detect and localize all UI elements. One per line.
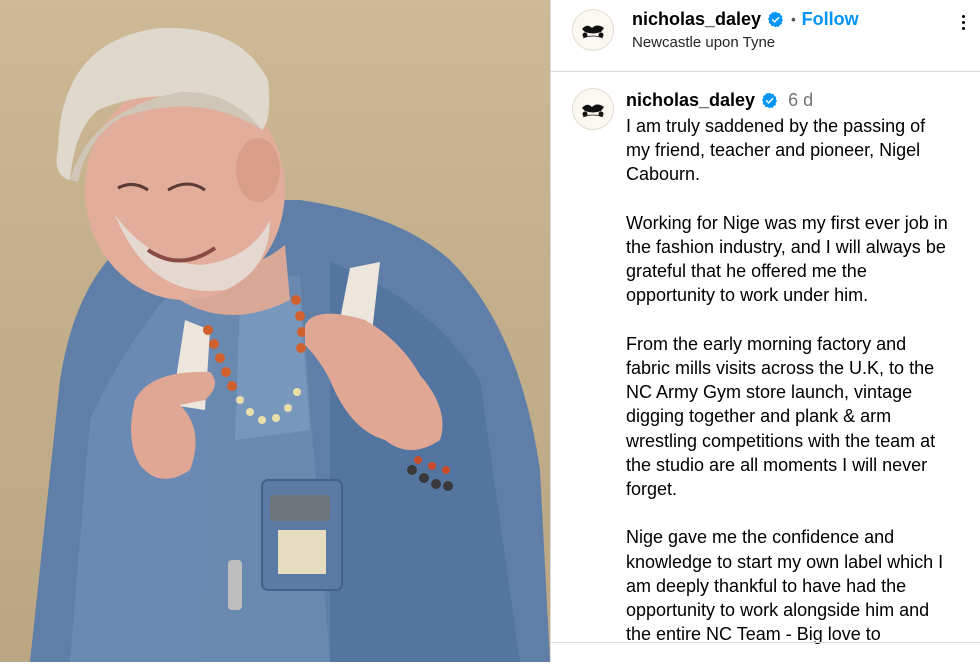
caption-line: fabric mills visits across the U.K, to t…	[626, 358, 935, 378]
caption-line: the studio are all moments I will never	[626, 454, 928, 475]
caption-line: am deeply thankful to have had the	[626, 575, 907, 596]
caption-avatar[interactable]	[572, 88, 614, 130]
caption-line: opportunity to work under him.	[626, 285, 869, 306]
nicholas-daley-logo-icon	[582, 104, 604, 118]
header-title-row: nicholas_daley • Follow	[632, 9, 859, 30]
caption-line: Nige gave me the confidence and	[626, 527, 895, 548]
caption-line: I am truly saddened by the passing of	[626, 116, 926, 136]
caption-line: NC Army Gym store launch, vintage	[626, 382, 913, 403]
caption-line: digging together and plank & arm	[626, 406, 892, 427]
post-timestamp[interactable]: 6 d	[788, 90, 813, 111]
caption-line: wrestling competitions with the team at	[626, 430, 936, 451]
post-sidebar: nicholas_daley • Follow Newcastle upon T…	[550, 0, 980, 662]
caption-line: forget.	[626, 479, 678, 500]
caption-username[interactable]: nicholas_daley	[626, 90, 755, 111]
header-username[interactable]: nicholas_daley	[632, 9, 761, 30]
post-header: nicholas_daley • Follow Newcastle upon T…	[551, 0, 980, 72]
caption-line: Working for Nige was my first ever job i…	[626, 212, 948, 233]
post-photo[interactable]	[0, 0, 550, 662]
caption-divider	[551, 642, 980, 643]
caption-line: Cabourn.	[626, 164, 701, 185]
photo-illustration	[30, 27, 550, 662]
caption-text: I am truly saddened by the passing of my…	[626, 114, 976, 671]
caption-paragraph: Nige gave me the confidence and knowledg…	[626, 525, 976, 646]
caption-line: knowledge to start my own label which I	[626, 551, 944, 572]
caption-paragraph: I am truly saddened by the passing of my…	[626, 114, 976, 187]
caption-author-row: nicholas_daley 6 d	[626, 90, 813, 111]
more-options-icon[interactable]	[951, 10, 975, 34]
verified-badge-icon	[768, 11, 784, 28]
follow-button[interactable]: Follow	[802, 9, 859, 30]
caption-line: my friend, teacher and pioneer, Nigel	[626, 140, 921, 161]
separator-dot: •	[791, 12, 796, 27]
caption-line: the fashion industry, and I will always …	[626, 237, 946, 257]
caption-line: opportunity to work alongside him and	[626, 600, 930, 621]
verified-badge-icon	[762, 92, 778, 109]
caption-paragraph: Working for Nige was my first ever job i…	[626, 211, 976, 308]
caption-line: From the early morning factory and	[626, 333, 907, 354]
location-link[interactable]: Newcastle upon Tyne	[632, 34, 775, 51]
nicholas-daley-logo-icon	[582, 25, 604, 39]
caption-line: grateful that he offered me the	[626, 261, 867, 282]
avatar[interactable]	[572, 9, 614, 51]
caption-paragraph: From the early morning factory and fabri…	[626, 332, 976, 501]
